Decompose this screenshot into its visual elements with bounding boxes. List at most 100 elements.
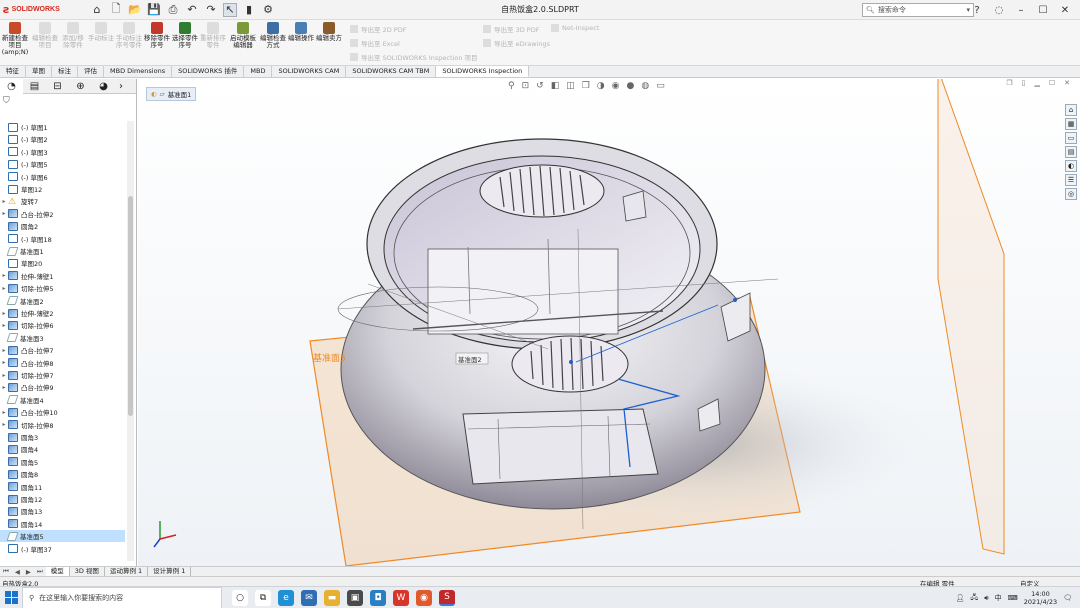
help-icon[interactable]: ? <box>970 5 984 16</box>
feature-tree-item[interactable]: (-) 草图2 <box>0 133 125 145</box>
tab-model[interactable]: 模型 <box>45 567 70 576</box>
expand-arrow-icon[interactable]: ▸ <box>0 310 8 317</box>
user-icon[interactable]: ◌ <box>992 5 1006 16</box>
feature-tree-item[interactable]: 圆角3 <box>0 431 125 443</box>
expand-arrow-icon[interactable]: ▸ <box>0 421 8 428</box>
tab-mbd[interactable]: MBD <box>244 66 273 77</box>
network-icon[interactable]: 🖧︎ <box>970 593 978 604</box>
feature-tree-item[interactable]: (-) 草图18 <box>0 233 125 245</box>
wps-icon[interactable]: W <box>393 589 409 606</box>
feature-tree-item[interactable]: 基准面1 <box>0 245 125 257</box>
feature-tree-item[interactable]: 圆角8 <box>0 468 125 480</box>
task-view-icon[interactable]: ⧉ <box>255 589 271 606</box>
volume-icon[interactable]: 🔊︎ <box>984 594 988 603</box>
new-inspection-project-button[interactable]: 新建检查项目(amp;N) <box>2 22 28 64</box>
expand-arrow-icon[interactable]: ▸ <box>0 372 8 379</box>
people-icon[interactable]: 👤︎ <box>956 594 965 602</box>
feature-tree-item[interactable]: ▸ ⚠ 旋转7 <box>0 195 125 207</box>
net-inspect-button[interactable]: Net-Inspect <box>551 24 599 32</box>
explorer-icon[interactable]: ▬ <box>324 589 340 606</box>
feature-tree-item[interactable]: ▸ 切除-拉伸6 <box>0 319 125 331</box>
windows-start-button[interactable] <box>0 587 22 608</box>
feature-tree-item[interactable]: ▸ 切除-拉伸7 <box>0 369 125 381</box>
feature-tree-item[interactable]: 圆角4 <box>0 443 125 455</box>
tab-design-study-1[interactable]: 设计算例 1 <box>148 567 192 576</box>
export-3d-pdf-button[interactable]: 导出至 3D PDF <box>483 24 539 34</box>
traffic-light-icon[interactable]: ▮ <box>242 3 256 17</box>
select-icon[interactable]: ↖ <box>223 2 237 17</box>
edit-inspection-method-button[interactable]: 编辑检查方式 <box>260 22 286 64</box>
tab-nav-first-icon[interactable]: ⏮ <box>0 567 12 576</box>
feature-tree-item[interactable]: 圆角11 <box>0 481 125 493</box>
feature-tree-item[interactable]: (-) 草图6 <box>0 171 125 183</box>
feature-tree-item[interactable]: (-) 草图3 <box>0 146 125 158</box>
tree-scrollbar[interactable] <box>127 121 134 561</box>
export-edrawings-button[interactable]: 导出至 eDrawings <box>483 38 550 48</box>
expand-arrow-icon[interactable]: ▸ <box>0 285 8 292</box>
store-icon[interactable]: ▣ <box>347 589 363 606</box>
expand-arrow-icon[interactable]: ▸ <box>0 322 8 329</box>
tab-solidworks-cam-tbm[interactable]: SOLIDWORKS CAM TBM <box>346 66 437 77</box>
filter-icon[interactable]: ⛉ <box>0 94 136 108</box>
expand-arrow-icon[interactable]: ▸ <box>0 384 8 391</box>
add-remove-parts-button[interactable]: 添加/移除零件 <box>60 22 86 64</box>
remote-icon[interactable]: ◘ <box>370 589 386 606</box>
export-inspection-project-button[interactable]: 导出至 SOLIDWORKS Inspection 项目 <box>350 52 478 62</box>
expand-arrow-icon[interactable]: ▸ <box>0 347 8 354</box>
remove-balloon-button[interactable]: 移除零件序号 <box>144 22 170 64</box>
feature-tree-item[interactable]: ▸ 凸台-拉伸10 <box>0 406 125 418</box>
search-commands-input[interactable]: 🔍︎ 搜索命令 ▾ <box>862 3 974 17</box>
export-excel-button[interactable]: 导出至 Excel <box>350 38 400 48</box>
feature-tree-item[interactable]: ▸ 凸台-拉伸9 <box>0 381 125 393</box>
feature-tree-item[interactable]: ▸ 切除-拉伸8 <box>0 419 125 431</box>
minimize-icon[interactable]: – <box>1014 5 1028 16</box>
launch-template-editor-button[interactable]: 启动模板编辑器 <box>230 22 256 64</box>
feature-tree-item[interactable]: 基准面3 <box>0 332 125 344</box>
notification-icon[interactable]: 🗨︎ <box>1063 594 1072 602</box>
tab-nav-prev-icon[interactable]: ◀ <box>12 568 23 576</box>
options-icon[interactable]: ⚙ <box>261 3 275 17</box>
print-icon[interactable]: ⎙ <box>166 3 180 17</box>
solidworks-logo[interactable]: ƨ SOLIDWORKS <box>0 3 80 16</box>
feature-tree-item[interactable]: 草图20 <box>0 257 125 269</box>
tab-solidworks-addins[interactable]: SOLIDWORKS 插件 <box>172 66 245 77</box>
taskbar-search-input[interactable]: ⚲ 在这里输入你要搜索的内容 <box>22 586 222 608</box>
open-icon[interactable]: 📂 <box>128 3 142 17</box>
feature-tree-item[interactable]: 基准面4 <box>0 394 125 406</box>
feature-tree-item[interactable]: 圆角12 <box>0 493 125 505</box>
feature-tree-item[interactable]: 基准面5 <box>0 530 125 543</box>
mail-icon[interactable]: ✉ <box>301 589 317 606</box>
browser-icon[interactable]: ◉ <box>416 589 432 606</box>
tab-markup[interactable]: 标注 <box>52 66 78 77</box>
reorder-parts-button[interactable]: 重新排序零件 <box>200 22 226 64</box>
undo-icon[interactable]: ↶ <box>185 3 199 17</box>
tab-solidworks-inspection[interactable]: SOLIDWORKS Inspection <box>436 66 530 77</box>
new-icon[interactable]: 🗋 <box>109 2 123 17</box>
close-icon[interactable]: ✕ <box>1058 5 1072 16</box>
feature-tree-item[interactable]: ▸ 拉伸-薄壁1 <box>0 270 125 282</box>
tab-features[interactable]: 特征 <box>0 66 26 77</box>
feature-tree-item[interactable]: ▸ 凸台-拉伸8 <box>0 357 125 369</box>
export-2d-pdf-button[interactable]: 导出至 2D PDF <box>350 24 406 34</box>
expand-arrow-icon[interactable]: ▸ <box>0 198 8 205</box>
tab-nav-last-icon[interactable]: ⏭ <box>34 567 46 576</box>
feature-manager-icon[interactable]: ◔ <box>0 78 23 94</box>
display-manager-icon[interactable]: ◕ <box>92 79 115 94</box>
model-3d-view[interactable]: 基准面5 基准面2 <box>138 79 1080 566</box>
feature-tree-item[interactable]: ▸ 凸台-拉伸2 <box>0 208 125 220</box>
tab-solidworks-cam[interactable]: SOLIDWORKS CAM <box>272 66 347 77</box>
feature-tree-item[interactable]: 圆角2 <box>0 220 125 232</box>
scrollbar-thumb[interactable] <box>128 196 133 416</box>
manual-balloon-part-button[interactable]: 手动标注序号零件 <box>116 22 142 64</box>
system-clock[interactable]: 14:00 2021/4/23 <box>1024 590 1057 606</box>
edit-vendors-button[interactable]: 编辑卖方 <box>316 22 342 64</box>
feature-tree-item[interactable]: 圆角5 <box>0 456 125 468</box>
tab-sketch[interactable]: 草图 <box>26 66 52 77</box>
tab-motion-study-1[interactable]: 运动算例 1 <box>105 567 149 576</box>
graphics-viewport[interactable]: ⚲ ⊡ ↺ ◧ ◫ ❒ ◑ ◉ ● ◍ ▭ ◐ ▱ 基准面1 ❐ ▯ ▁ ☐ ✕… <box>138 79 1080 566</box>
edit-inspection-project-button[interactable]: 编辑检查项目 <box>32 22 58 64</box>
keyboard-icon[interactable]: ⌨ <box>1008 594 1018 602</box>
feature-tree-item[interactable]: 草图12 <box>0 183 125 195</box>
expand-arrow-icon[interactable]: ▸ <box>0 272 8 279</box>
tab-evaluate[interactable]: 评估 <box>78 66 104 77</box>
